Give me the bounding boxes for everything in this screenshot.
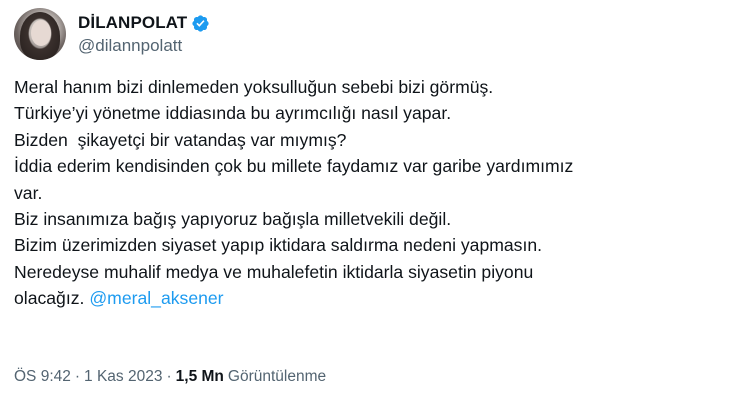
tweet-meta: ÖS 9:42 · 1 Kas 2023 · 1,5 Mn Görüntülen… [14,368,326,386]
tweet-line: Türkiye’yi yönetme iddiasında bu ayrımcı… [14,103,452,124]
tweet-line-last: olacağız. @meral_aksener [14,285,718,311]
tweet-date[interactable]: 1 Kas 2023 [84,368,162,386]
tweet-header: DİLANPOLAT @dilannpolatt [14,8,210,60]
tweet-line: Biz insanımıza bağış yapıyoruz bağışla m… [14,209,452,230]
tweet-time[interactable]: ÖS 9:42 [14,368,71,386]
meta-separator: · [74,368,81,385]
views-label: Görüntülenme [227,368,327,385]
avatar[interactable] [14,8,66,60]
tweet: DİLANPOLAT @dilannpolatt Meral hanım biz… [0,0,732,400]
author-handle[interactable]: @dilannpolatt [78,36,210,56]
author-info: DİLANPOLAT @dilannpolatt [78,12,210,56]
meta-separator: · [166,368,172,385]
verified-badge-icon[interactable] [191,14,210,33]
tweet-line: İddia ederim kendisinden çok bu millete … [14,156,574,177]
display-name[interactable]: DİLANPOLAT [78,13,187,33]
name-row: DİLANPOLAT [78,12,210,34]
tweet-line-last-text: olacağız. [14,288,90,309]
tweet-line: Meral hanım bizi dinlemeden yoksulluğun … [14,77,494,97]
tweet-text: Meral hanım bizi dinlemeden yoksulluğun … [14,74,718,312]
avatar-face [31,20,51,46]
tweet-line: Bizden şikayetçi bir vatandaş var mıymış… [14,129,347,150]
tweet-line: Bizim üzerimizden siyaset yapıp iktidara… [14,235,543,256]
tweet-line: var. [14,182,43,203]
tweet-line: Neredeyse muhalif medya ve muhalefetin i… [14,261,534,282]
mention-link[interactable]: @meral_aksener [89,288,223,308]
views-count[interactable]: 1,5 Mn [176,368,224,386]
